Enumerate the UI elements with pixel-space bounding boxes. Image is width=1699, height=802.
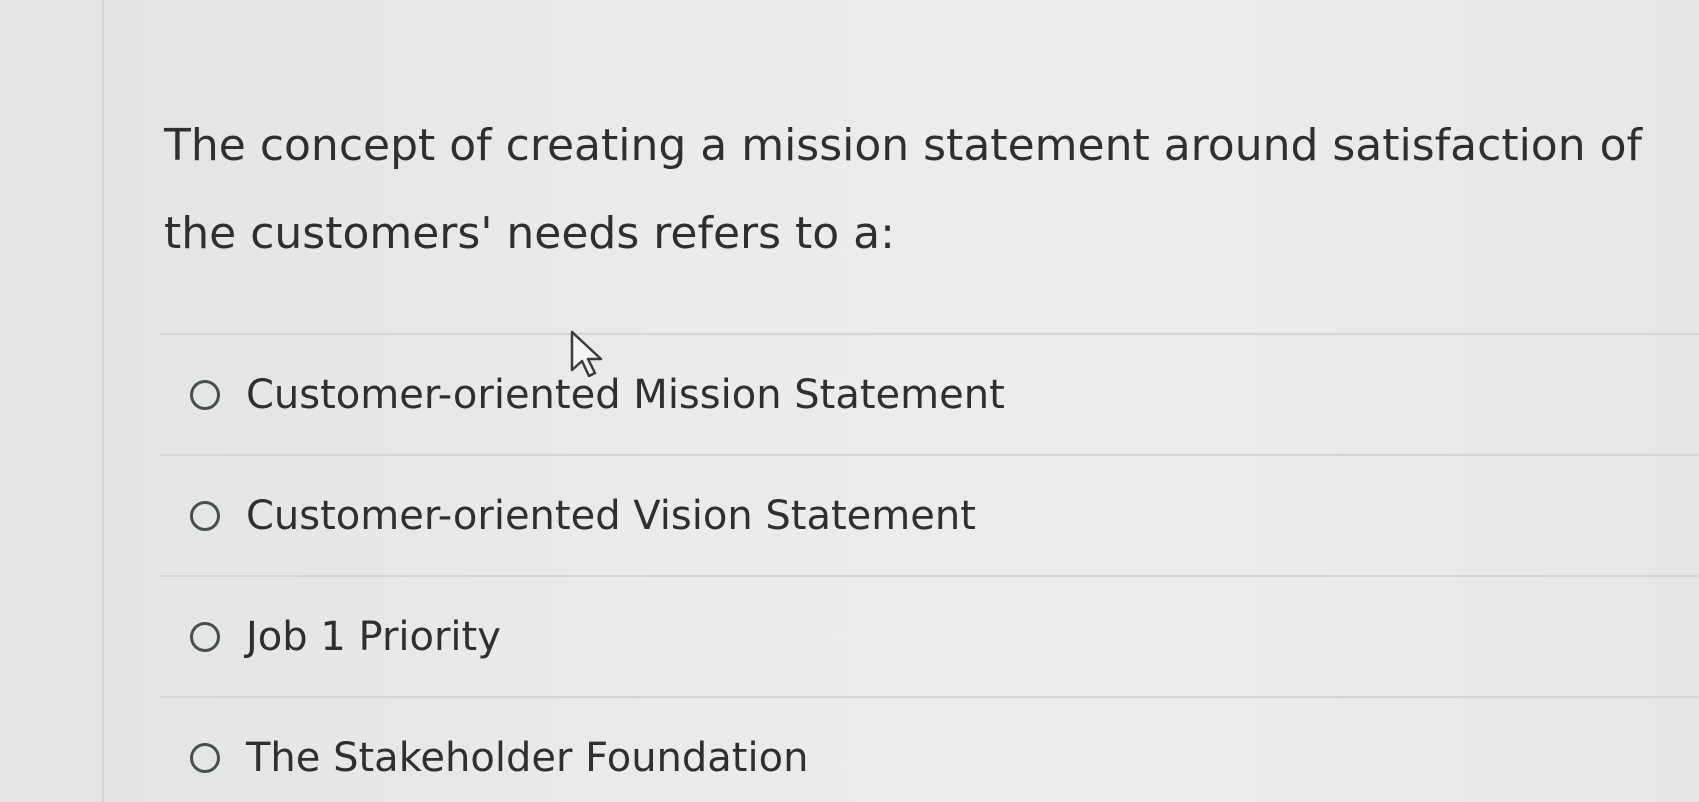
answer-option-1[interactable]: Customer-oriented Mission Statement: [160, 333, 1699, 454]
radio-unchecked-icon[interactable]: [190, 500, 220, 531]
question-panel: The concept of creating a mission statem…: [104, 0, 1699, 802]
screen: The concept of creating a mission statem…: [0, 0, 1699, 802]
radio-unchecked-icon[interactable]: [190, 621, 220, 652]
answer-option-4[interactable]: The Stakeholder Foundation: [160, 696, 1699, 802]
answer-label: Job 1 Priority: [246, 613, 501, 660]
radio-unchecked-icon[interactable]: [190, 379, 220, 410]
radio-unchecked-icon[interactable]: [190, 742, 220, 773]
mouse-pointer-icon: [570, 330, 603, 378]
answer-label: The Stakeholder Foundation: [246, 734, 809, 781]
answer-label: Customer-oriented Vision Statement: [246, 492, 976, 539]
answer-option-3[interactable]: Job 1 Priority: [160, 575, 1699, 696]
answer-label: Customer-oriented Mission Statement: [246, 371, 1005, 418]
answer-list: Customer-oriented Mission Statement Cust…: [160, 333, 1699, 802]
question-text: The concept of creating a mission statem…: [164, 120, 1642, 259]
answer-option-2[interactable]: Customer-oriented Vision Statement: [160, 454, 1699, 575]
left-sidebar-edge: [0, 0, 104, 802]
